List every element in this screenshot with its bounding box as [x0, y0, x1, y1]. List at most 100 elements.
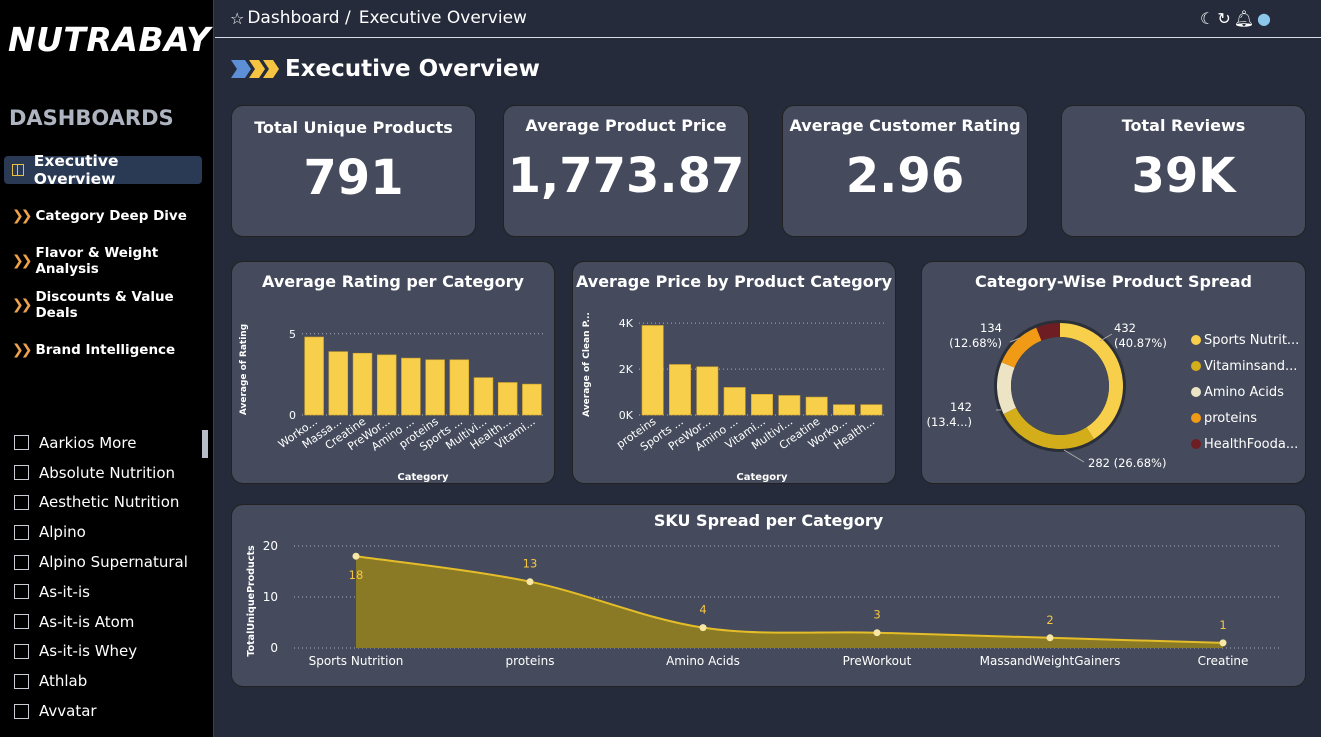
x-tick-label: Amino Acids: [666, 654, 740, 668]
globe-icon[interactable]: ●: [1257, 9, 1271, 28]
leader-line: [1063, 449, 1085, 463]
brand-filter-item[interactable]: As-it-is Atom: [0, 607, 214, 637]
data-point: [352, 552, 360, 560]
bar: [751, 394, 773, 416]
y-tick-label: 0: [270, 641, 278, 655]
scrollbar-thumb[interactable]: [202, 430, 208, 458]
nav-item-discounts[interactable]: ❯❯ Discounts & Value Deals: [4, 289, 213, 321]
brand-filter-item[interactable]: Athlab: [0, 666, 214, 696]
avg-price-bar-chart[interactable]: 4K2K0KproteinsSports ...PreWor...Amino .…: [573, 294, 895, 484]
x-tick-label: PreWorkout: [843, 654, 912, 668]
nav-item-category-deep-dive[interactable]: ❯❯ Category Deep Dive: [4, 202, 187, 230]
brand-filter-item[interactable]: Alpino: [0, 517, 214, 547]
brand-label: Athlab: [39, 672, 88, 691]
x-tick-label: Creatine: [1198, 654, 1249, 668]
y-tick-label: 5: [289, 328, 296, 341]
checkbox[interactable]: [14, 435, 29, 451]
checkbox[interactable]: [14, 673, 29, 689]
bar: [473, 377, 494, 416]
data-point: [1046, 634, 1054, 642]
kpi-value: 791: [303, 150, 404, 206]
bell-icon[interactable]: 🔔︎: [1234, 9, 1254, 28]
data-label: 1: [1219, 618, 1226, 632]
brand-label: As-it-is: [39, 582, 90, 601]
bar: [805, 396, 828, 416]
checkbox[interactable]: [14, 494, 29, 510]
chart-title: Average Price by Product Category: [575, 272, 893, 291]
checkbox[interactable]: [14, 614, 29, 630]
checkbox[interactable]: [14, 584, 29, 600]
y-axis-label: Average of Rating: [239, 324, 249, 415]
checkbox[interactable]: [14, 554, 29, 570]
legend-swatch: [1191, 439, 1201, 449]
nav-item-executive-overview[interactable]: Executive Overview: [4, 152, 202, 188]
y-tick-label: 0K: [619, 409, 634, 422]
chart-card-avg-rating: Average Rating per Category 5 0 Worko... Ma…: [231, 261, 555, 484]
legend-swatch: [1191, 387, 1201, 397]
donut-hole: [1011, 337, 1109, 435]
refresh-icon[interactable]: ↻: [1217, 9, 1230, 28]
brand-filter-item[interactable]: Absolute Nutrition: [0, 458, 214, 488]
nav-item-flavor-weight[interactable]: ❯❯ Flavor & Weight Analysis: [4, 245, 213, 277]
moon-icon[interactable]: ☾: [1200, 9, 1214, 28]
checkbox[interactable]: [14, 643, 29, 659]
brand-filter-item[interactable]: As-it-is: [0, 577, 214, 607]
data-label: 142: [950, 400, 972, 414]
kpi-label: Total Reviews: [1121, 116, 1246, 135]
nav-item-brand-intelligence[interactable]: ❯❯ Brand Intelligence: [4, 336, 175, 364]
chart-title: Category-Wise Product Spread: [975, 272, 1252, 291]
checkbox[interactable]: [14, 524, 29, 540]
breadcrumb-root[interactable]: Dashboard /: [247, 8, 350, 28]
chart-card-avg-price: Average Price by Product Category 4K 2K 0K…: [572, 261, 896, 484]
kpi-card-total-products: Total Unique Products 791: [231, 105, 476, 237]
brand-filter-item[interactable]: Aesthetic Nutrition: [0, 488, 214, 518]
y-tick-label: 2K: [619, 363, 634, 376]
bar: [778, 395, 801, 416]
y-tick-label: 4K: [619, 317, 634, 330]
data-label: (12.68%): [949, 336, 1002, 350]
brand-label: Absolute Nutrition: [39, 463, 176, 482]
page-title: Executive Overview: [285, 56, 540, 82]
brand-filter-list[interactable]: Aarkios More Absolute Nutrition Aesthetic …: [0, 428, 214, 737]
kpi-value: 2.96: [845, 148, 965, 204]
brand-filter-item[interactable]: Avvatar: [0, 696, 214, 726]
legend-label: Sports Nutrit...: [1204, 333, 1299, 348]
data-point: [873, 629, 881, 637]
kpi-card-average-price: Average Product Price 1,773.87: [503, 105, 749, 237]
breadcrumb-current: Executive Overview: [358, 8, 527, 28]
brand-label: Aesthetic Nutrition: [39, 493, 180, 512]
bar: [833, 404, 855, 416]
chart-card-category-spread: Category-Wise Product Spread 432 (40.87%)…: [921, 261, 1306, 484]
legend-label: Vitaminsand...: [1204, 359, 1297, 374]
x-axis-label: Category: [736, 472, 788, 483]
brand-filter-item[interactable]: Alpino Supernatural: [0, 547, 214, 577]
y-axis-label: Average of Clean P...: [582, 312, 592, 417]
nav-label: Category Deep Dive: [35, 208, 187, 224]
chevron-right-icon: ❯❯: [12, 297, 33, 313]
star-icon[interactable]: ☆: [230, 9, 244, 28]
sku-spread-area-chart[interactable]: 20 10 0 TotalUniqueProducts 18 Sports Nutriti…: [232, 505, 1305, 686]
chart-card-sku-spread: SKU Spread per Category 20 10 0 TotalUnique…: [231, 504, 1306, 687]
kpi-card-total-reviews: Total Reviews 39K: [1061, 105, 1306, 237]
avg-rating-bar-chart[interactable]: 50Worko...Massa...CreatinePreWor...Amino…: [232, 294, 554, 484]
brand-label: Alpino Supernatural: [39, 553, 188, 572]
kpi-value: 1,773.87: [507, 148, 745, 204]
bar: [860, 404, 883, 416]
checkbox[interactable]: [14, 465, 29, 481]
brand-label: As-it-is Whey: [39, 642, 138, 661]
legend-swatch: [1191, 413, 1201, 423]
category-spread-donut-chart[interactable]: 432(40.87%) 282 (26.68%) 142(13.4...) 134(1…: [922, 294, 1305, 484]
data-point: [1219, 639, 1227, 647]
brand-filter-item[interactable]: Aarkios More: [0, 428, 214, 458]
bar: [669, 364, 691, 416]
brand-filter-item[interactable]: As-it-is Whey: [0, 637, 214, 667]
legend-swatch: [1191, 335, 1201, 345]
dashboard-icon: [12, 164, 24, 176]
data-label: 432: [1114, 321, 1136, 335]
kpi-label: Average Product Price: [525, 116, 727, 135]
brand-label: Alpino: [39, 523, 86, 542]
breadcrumb: ☆ Dashboard / Executive Overview: [230, 8, 527, 28]
nav-label: Discounts & Value Deals: [35, 289, 174, 321]
data-label: 18: [349, 568, 364, 582]
checkbox[interactable]: [14, 703, 29, 719]
